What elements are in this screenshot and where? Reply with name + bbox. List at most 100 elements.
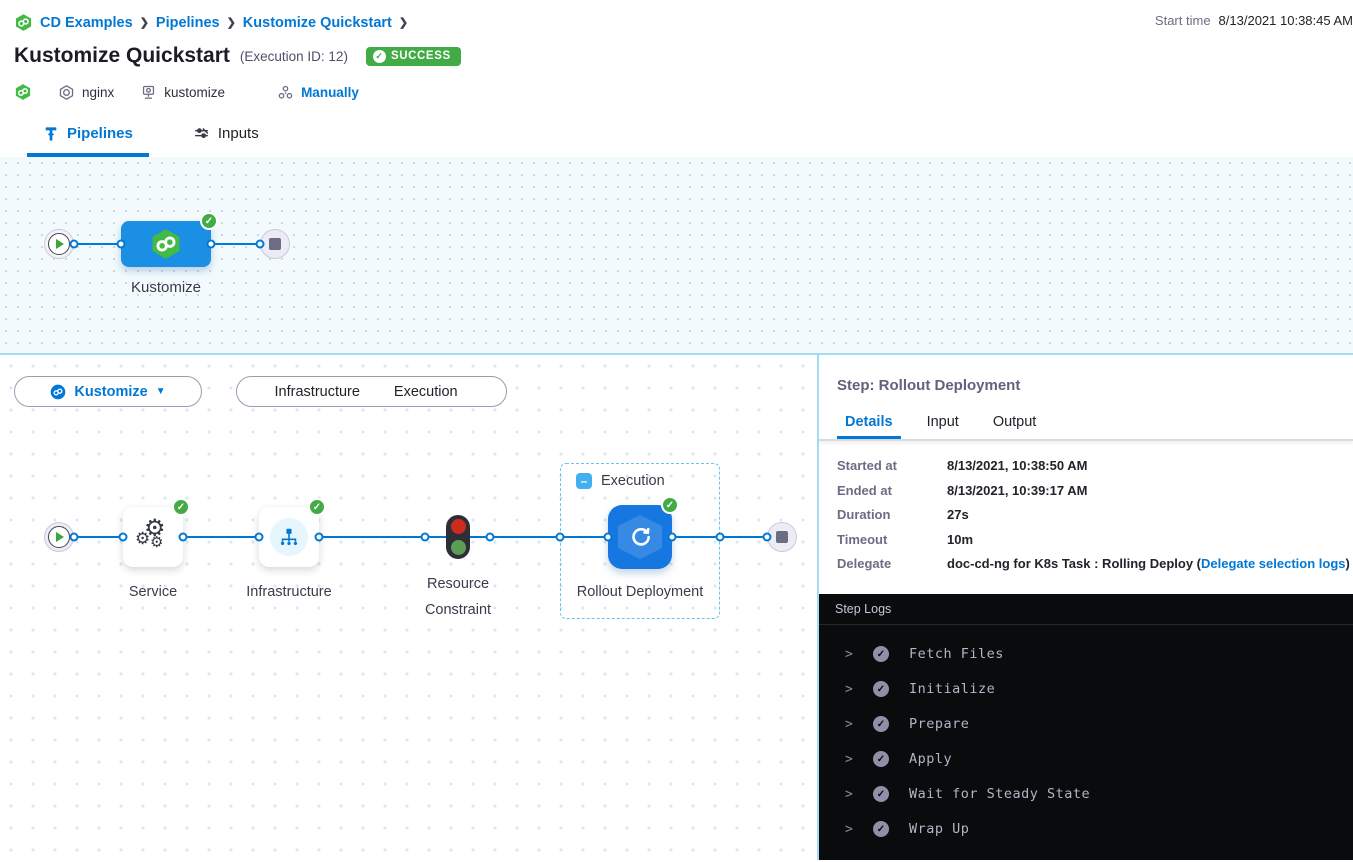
tab-output[interactable]: Output bbox=[993, 414, 1037, 439]
environment-tag: kustomize bbox=[140, 84, 225, 101]
collapse-minus-icon[interactable]: – bbox=[576, 473, 592, 489]
step-node-service[interactable]: ⚙⚙⚙ ✓ bbox=[123, 507, 183, 567]
chevron-right-icon: > bbox=[845, 752, 859, 767]
start-time: Start time8/13/2021 10:38:45 AM bbox=[1155, 13, 1353, 28]
toggle-execution[interactable]: Execution bbox=[372, 384, 481, 400]
stage-selector-dropdown[interactable]: Kustomize ▼ bbox=[14, 376, 202, 407]
success-check-icon: ✓ bbox=[308, 498, 326, 516]
connector-dot bbox=[716, 533, 725, 542]
check-circle-icon: ✓ bbox=[873, 681, 889, 697]
connector-dot bbox=[179, 533, 188, 542]
detail-row-ended-at: Ended at 8/13/2021, 10:39:17 AM bbox=[837, 482, 1353, 500]
execution-id: (Execution ID: 12) bbox=[240, 49, 348, 64]
step-label-rollout-deployment: Rollout Deployment bbox=[570, 579, 710, 605]
step-logs-console: Step Logs > ✓ Fetch Files > ✓ Initialize… bbox=[819, 594, 1353, 860]
infrastructure-icon bbox=[278, 526, 300, 548]
log-row-fetch-files[interactable]: > ✓ Fetch Files bbox=[819, 637, 1353, 672]
page-title: Kustomize Quickstart bbox=[14, 44, 230, 68]
connector-dot bbox=[119, 533, 128, 542]
caret-down-icon: ▼ bbox=[156, 386, 166, 397]
breadcrumb-kustomize-quickstart[interactable]: Kustomize Quickstart bbox=[243, 15, 392, 31]
step-label-resource-constraint: Resource Constraint bbox=[398, 571, 518, 623]
pipeline-icon bbox=[43, 126, 59, 142]
log-row-apply[interactable]: > ✓ Apply bbox=[819, 742, 1353, 777]
check-circle-icon: ✓ bbox=[873, 821, 889, 837]
step-node-resource-constraint[interactable] bbox=[446, 515, 470, 559]
harness-cd-icon bbox=[14, 83, 32, 101]
details-table: Started at 8/13/2021, 10:38:50 AM Ended … bbox=[837, 457, 1353, 580]
stop-icon bbox=[776, 531, 788, 543]
connector-dot bbox=[763, 533, 772, 542]
start-time-value: 8/13/2021 10:38:45 AM bbox=[1219, 13, 1353, 28]
environment-name: kustomize bbox=[164, 85, 225, 100]
tab-details[interactable]: Details bbox=[845, 414, 893, 439]
breadcrumb-cd-examples[interactable]: CD Examples bbox=[40, 15, 133, 31]
check-circle-icon: ✓ bbox=[873, 716, 889, 732]
view-toggle: Infrastructure Execution bbox=[236, 376, 507, 407]
check-circle-icon: ✓ bbox=[873, 751, 889, 767]
panel-title: Step: Rollout Deployment bbox=[837, 377, 1353, 394]
pipeline-end-node[interactable] bbox=[260, 229, 290, 259]
tab-inputs[interactable]: Inputs bbox=[177, 110, 275, 157]
service-gears-icon: ⚙⚙⚙ bbox=[134, 518, 172, 556]
environment-icon bbox=[140, 84, 157, 101]
connector-dot bbox=[315, 533, 324, 542]
tab-input[interactable]: Input bbox=[927, 414, 959, 439]
connector-dot bbox=[604, 533, 613, 542]
traffic-light-red bbox=[451, 519, 466, 534]
step-label-infrastructure: Infrastructure bbox=[219, 579, 359, 605]
log-row-initialize[interactable]: > ✓ Initialize bbox=[819, 672, 1353, 707]
traffic-light-green bbox=[451, 540, 466, 555]
chevron-right-icon: ❯ bbox=[399, 16, 408, 29]
step-label-service: Service bbox=[93, 579, 213, 605]
chevron-right-icon: ❯ bbox=[227, 16, 236, 29]
page-header: CD Examples ❯ Pipelines ❯ Kustomize Quic… bbox=[0, 0, 1353, 110]
connector-dot bbox=[486, 533, 495, 542]
service-icon bbox=[58, 84, 75, 101]
toggle-infrastructure[interactable]: Infrastructure bbox=[263, 384, 372, 400]
step-logs-header: Step Logs bbox=[819, 594, 1353, 625]
check-circle-icon: ✓ bbox=[873, 786, 889, 802]
tab-pipelines[interactable]: Pipelines bbox=[27, 110, 149, 157]
check-circle-icon: ✓ bbox=[873, 646, 889, 662]
check-icon: ✓ bbox=[373, 50, 386, 63]
harness-cd-icon bbox=[149, 227, 183, 261]
inputs-icon bbox=[193, 125, 210, 142]
stage-end-node[interactable] bbox=[767, 522, 797, 552]
log-row-prepare[interactable]: > ✓ Prepare bbox=[819, 707, 1353, 742]
connector-dot bbox=[70, 533, 79, 542]
execution-graph-canvas: Kustomize ▼ Infrastructure Execution ⚙⚙⚙… bbox=[0, 355, 817, 860]
trigger-icon bbox=[277, 84, 294, 101]
log-row-wrap-up[interactable]: > ✓ Wrap Up bbox=[819, 812, 1353, 847]
detail-row-delegate: Delegate doc-cd-ng for K8s Task : Rollin… bbox=[837, 555, 1353, 573]
connector-dot bbox=[255, 533, 264, 542]
step-node-infrastructure[interactable]: ✓ bbox=[259, 507, 319, 567]
connector-dot bbox=[668, 533, 677, 542]
delegate-selection-logs-link[interactable]: Delegate selection logs bbox=[1201, 556, 1346, 571]
stage-label: Kustomize bbox=[106, 275, 226, 301]
breadcrumb: CD Examples ❯ Pipelines ❯ Kustomize Quic… bbox=[14, 13, 1353, 32]
status-badge: ✓ SUCCESS bbox=[366, 47, 461, 66]
play-icon bbox=[56, 239, 64, 249]
detail-row-duration: Duration 27s bbox=[837, 506, 1353, 524]
top-tabbar: Pipelines Inputs bbox=[0, 110, 1353, 157]
execution-group-label: Execution bbox=[601, 473, 665, 489]
chevron-right-icon: > bbox=[845, 682, 859, 697]
stop-icon bbox=[269, 238, 281, 250]
connector-dot bbox=[556, 533, 565, 542]
success-check-icon: ✓ bbox=[661, 496, 679, 514]
trigger-tag: Manually bbox=[277, 84, 359, 101]
panel-tabs: Details Input Output bbox=[845, 414, 1353, 439]
breadcrumb-pipelines[interactable]: Pipelines bbox=[156, 15, 220, 31]
chevron-right-icon: > bbox=[845, 717, 859, 732]
panel-divider bbox=[819, 439, 1353, 441]
rollout-redeploy-icon bbox=[627, 524, 653, 550]
detail-row-started-at: Started at 8/13/2021, 10:38:50 AM bbox=[837, 457, 1353, 475]
connector-dot bbox=[117, 240, 126, 249]
log-row-wait-for-steady-state[interactable]: > ✓ Wait for Steady State bbox=[819, 777, 1353, 812]
chevron-right-icon: > bbox=[845, 822, 859, 837]
trigger-link[interactable]: Manually bbox=[301, 85, 359, 100]
stage-graph-canvas: ✓ Kustomize bbox=[0, 157, 1353, 355]
step-node-rollout-deployment[interactable]: ✓ bbox=[608, 505, 672, 569]
stage-node-kustomize[interactable]: ✓ bbox=[121, 221, 211, 267]
